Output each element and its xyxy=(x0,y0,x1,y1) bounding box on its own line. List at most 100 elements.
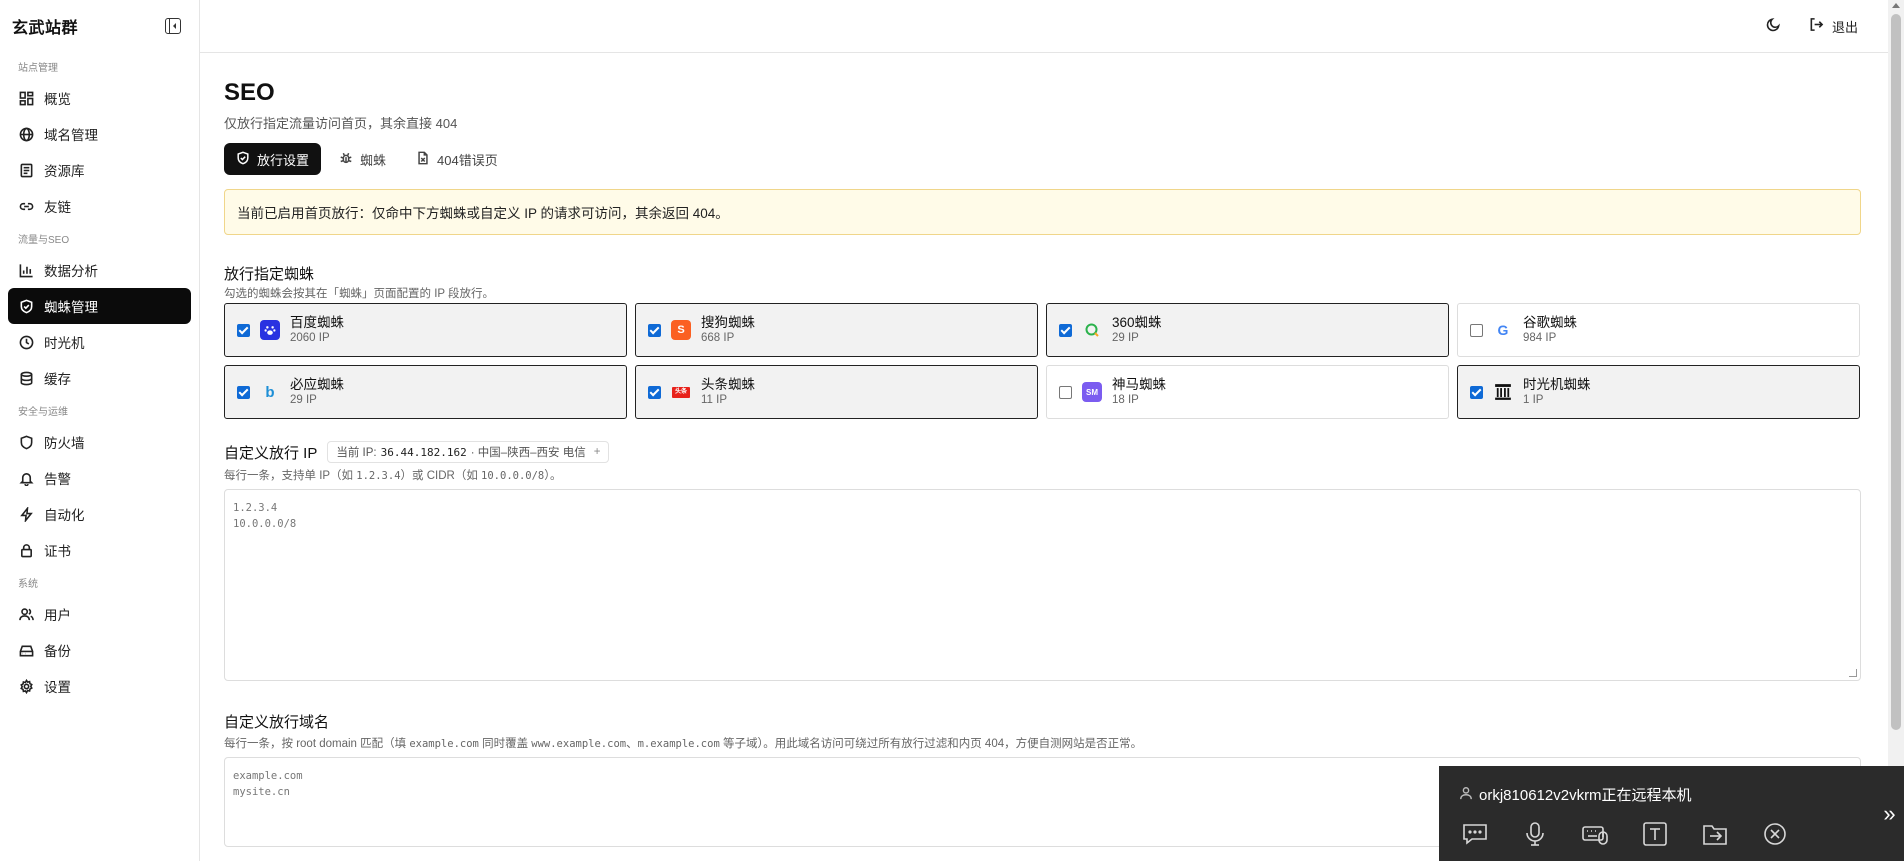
spider-ip-count: 11 IP xyxy=(701,394,727,406)
spider-ip-count: 2060 IP xyxy=(290,332,330,344)
baidu-logo-icon xyxy=(260,320,280,340)
custom-domain-title: 自定义放行域名 xyxy=(224,714,330,731)
sidebar-item-domains[interactable]: 域名管理 xyxy=(8,116,191,152)
remote-expand-chevron-icon[interactable]: » xyxy=(1875,766,1904,861)
add-ip-plus-icon[interactable]: + xyxy=(594,446,601,458)
current-ip-chip[interactable]: 当前 IP: 36.44.182.162 · 中国–陕西–西安 电信 + xyxy=(327,441,610,463)
spider-card-360[interactable]: 360蜘蛛 29 IP xyxy=(1046,303,1449,357)
shield-icon xyxy=(18,298,34,314)
link-icon xyxy=(18,198,34,214)
spider-checkbox[interactable] xyxy=(1470,385,1483,399)
spider-checkbox[interactable] xyxy=(1470,323,1483,337)
internet-archive-logo-icon xyxy=(1493,382,1513,402)
spider-section-title: 放行指定蜘蛛 xyxy=(224,266,315,283)
shield-outline-icon xyxy=(18,434,34,450)
custom-ip-textarea[interactable]: 1.2.3.4 10.0.0.0/8 xyxy=(224,489,1861,681)
status-notice: 当前已启用首页放行：仅命中下方蜘蛛或自定义 IP 的请求可访问，其余返回 404… xyxy=(224,189,1861,235)
main-content: SEO 仅放行指定流量访问首页，其余直接 404 放行设置 蜘蛛 404错误页 … xyxy=(224,53,1861,847)
spider-checkbox[interactable] xyxy=(648,323,661,337)
resize-handle-icon[interactable] xyxy=(1849,669,1857,677)
spider-checkbox[interactable] xyxy=(648,385,661,399)
gear-icon xyxy=(18,678,34,694)
current-ip-value: 36.44.182.162 xyxy=(380,445,467,459)
scroll-up-arrow-icon[interactable] xyxy=(1892,3,1900,8)
sidebar-item-settings[interactable]: 设置 xyxy=(8,668,191,704)
spider-card-bing[interactable]: b 必应蜘蛛 29 IP xyxy=(224,365,627,419)
spider-card-wayback[interactable]: 时光机蜘蛛 1 IP xyxy=(1457,365,1860,419)
tab-allow-settings[interactable]: 放行设置 xyxy=(224,143,322,175)
spider-checkbox[interactable] xyxy=(237,323,250,337)
bing-logo-icon: b xyxy=(265,383,275,401)
sidebar-item-backup[interactable]: 备份 xyxy=(8,632,191,668)
shield-check-icon xyxy=(236,151,250,168)
help-example: m.example.com xyxy=(637,738,720,750)
sidebar-item-firewall[interactable]: 防火墙 xyxy=(8,424,191,460)
help-text: 同时覆盖 xyxy=(478,738,532,750)
close-circle-icon[interactable] xyxy=(1759,820,1790,848)
tab-spiders[interactable]: 蜘蛛 xyxy=(327,143,398,175)
sidebar-collapse-icon[interactable] xyxy=(165,18,181,34)
sidebar-item-overview[interactable]: 概览 xyxy=(8,80,191,116)
spider-ip-count: 1 IP xyxy=(1523,394,1544,406)
keyboard-mouse-icon[interactable] xyxy=(1579,820,1610,848)
logout-button[interactable]: 退出 xyxy=(1809,17,1858,36)
sidebar-item-time-machine[interactable]: 时光机 xyxy=(8,324,191,360)
brand-header: 玄武站群 xyxy=(0,0,199,52)
help-example: 1.2.3.4 xyxy=(356,470,401,482)
spider-card-google[interactable]: G 谷歌蜘蛛 984 IP xyxy=(1457,303,1860,357)
sidebar-item-resources[interactable]: 资源库 xyxy=(8,152,191,188)
user-icon xyxy=(1459,786,1473,804)
hard-drive-icon xyxy=(18,642,34,658)
spider-info: 必应蜘蛛 29 IP xyxy=(290,377,344,407)
spider-name: 谷歌蜘蛛 xyxy=(1523,315,1577,330)
nav-group-system: 系统 用户 备份 设置 xyxy=(0,578,199,704)
spider-card-toutiao[interactable]: 头条 头条蜘蛛 11 IP xyxy=(635,365,1038,419)
tab-404-page[interactable]: 404错误页 xyxy=(404,143,510,175)
spider-card-baidu[interactable]: 百度蜘蛛 2060 IP xyxy=(224,303,627,357)
spider-info: 谷歌蜘蛛 984 IP xyxy=(1523,315,1577,345)
help-example: www.example.com xyxy=(531,738,627,750)
current-ip-prefix: 当前 IP: xyxy=(336,447,377,459)
spider-name: 百度蜘蛛 xyxy=(290,315,344,330)
spider-info: 百度蜘蛛 2060 IP xyxy=(290,315,344,345)
tab-label: 蜘蛛 xyxy=(360,152,387,168)
custom-ip-header: 自定义放行 IP 当前 IP: 36.44.182.162 · 中国–陕西–西安… xyxy=(224,441,1861,463)
sidebar-item-analytics[interactable]: 数据分析 xyxy=(8,252,191,288)
spider-card-sogou[interactable]: S 搜狗蜘蛛 668 IP xyxy=(635,303,1038,357)
help-text: ）。 xyxy=(544,470,562,482)
sidebar-item-label: 自动化 xyxy=(44,508,85,523)
text-icon[interactable] xyxy=(1639,820,1670,848)
sidebar-item-certificates[interactable]: 证书 xyxy=(8,532,191,568)
toutiao-logo-icon: 头条 xyxy=(671,382,691,402)
spider-checkbox[interactable] xyxy=(1059,323,1072,337)
spider-name: 360蜘蛛 xyxy=(1112,315,1162,330)
sidebar-item-label: 概览 xyxy=(44,92,71,107)
help-text: 每行一条，支持单 IP（如 xyxy=(224,470,357,482)
sidebar-item-automation[interactable]: 自动化 xyxy=(8,496,191,532)
spider-card-shenma[interactable]: SM 神马蜘蛛 18 IP xyxy=(1046,365,1449,419)
microphone-icon[interactable] xyxy=(1519,820,1550,848)
sidebar-item-users[interactable]: 用户 xyxy=(8,596,191,632)
chat-icon[interactable] xyxy=(1459,820,1490,848)
file-transfer-icon[interactable] xyxy=(1699,820,1730,848)
scroll-thumb[interactable] xyxy=(1891,14,1901,730)
dark-mode-moon-icon[interactable] xyxy=(1766,17,1781,35)
sidebar-item-label: 友链 xyxy=(44,200,71,215)
lightning-icon xyxy=(18,506,34,522)
spider-checkbox[interactable] xyxy=(1059,385,1072,399)
sidebar-item-label: 防火墙 xyxy=(44,436,85,451)
spider-checkbox[interactable] xyxy=(237,385,250,399)
spider-ip-count: 29 IP xyxy=(290,394,317,406)
spider-section-help: 勾选的蜘蛛会按其在「蜘蛛」页面配置的 IP 段放行。 xyxy=(224,288,495,300)
spider-info: 时光机蜘蛛 1 IP xyxy=(1523,377,1591,407)
page-scrollbar[interactable] xyxy=(1888,0,1904,861)
sidebar-item-label: 用户 xyxy=(44,608,71,623)
sidebar-item-label: 告警 xyxy=(44,472,71,487)
sidebar-item-links[interactable]: 友链 xyxy=(8,188,191,224)
spider-name: 时光机蜘蛛 xyxy=(1523,377,1591,392)
remote-session-text: orkj810612v2vkrm正在远程本机 xyxy=(1479,787,1692,804)
toutiao-badge: 头条 xyxy=(672,386,690,398)
sidebar-item-cache[interactable]: 缓存 xyxy=(8,360,191,396)
sidebar-item-spiders[interactable]: 蜘蛛管理 xyxy=(8,288,191,324)
sidebar-item-alerts[interactable]: 告警 xyxy=(8,460,191,496)
